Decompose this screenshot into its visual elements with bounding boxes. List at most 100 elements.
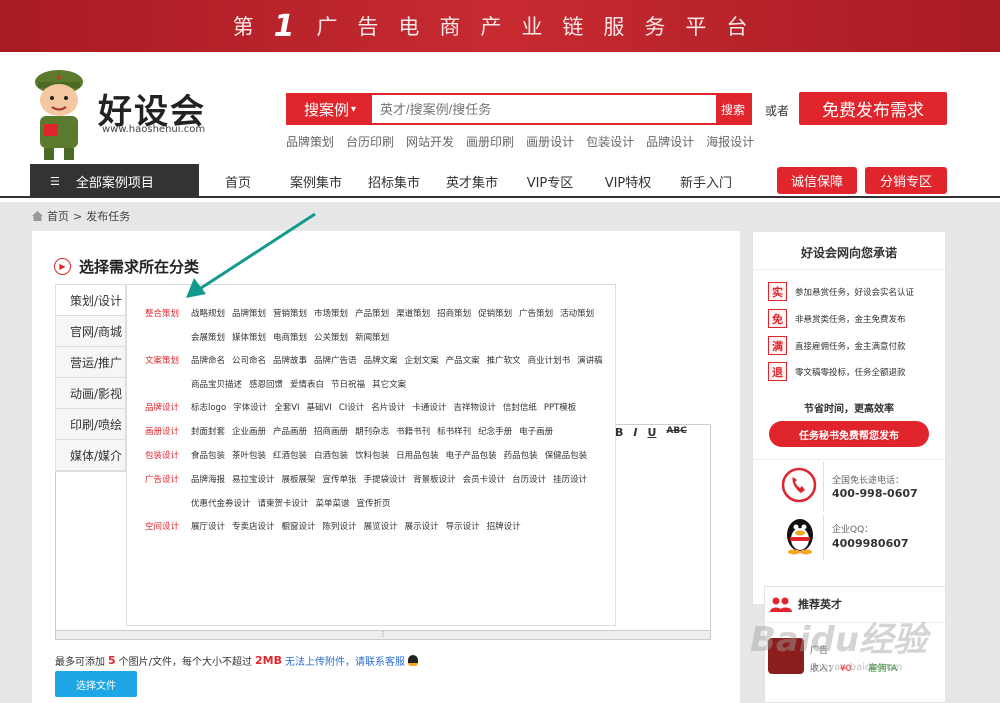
subcategory-item[interactable]: 橱窗设计 [282, 515, 316, 539]
subcategory-item[interactable]: 品牌故事 [273, 349, 307, 373]
subcategory-item[interactable]: 展板展架 [282, 468, 316, 492]
subcategory-item[interactable]: 公司命名 [232, 349, 266, 373]
nav-vip-privilege[interactable]: VIP特权 [589, 172, 667, 191]
hotword-link[interactable]: 包装设计 [586, 133, 634, 150]
subcategory-item[interactable]: 战略规划 [191, 302, 225, 326]
logo-mascot-icon[interactable] [30, 68, 88, 160]
subcategory-item[interactable]: 纪念手册 [478, 420, 512, 444]
hotword-link[interactable]: 品牌策划 [286, 133, 334, 150]
subcategory-item[interactable]: 卡通设计 [412, 396, 446, 420]
nav-home[interactable]: 首页 [199, 172, 277, 191]
subcategory-item[interactable]: 爱情表白 [290, 373, 324, 397]
subcategory-label[interactable]: 文案策划 [145, 349, 191, 396]
subcategory-item[interactable]: 日用品包装 [396, 444, 439, 468]
hotword-link[interactable]: 海报设计 [706, 133, 754, 150]
task-secretary-button[interactable]: 任务秘书免费帮您发布 [769, 421, 929, 447]
subcategory-item[interactable]: 展示设计 [405, 515, 439, 539]
subcategory-item[interactable]: 会展策划 [191, 326, 225, 350]
subcategory-item[interactable]: 手提袋设计 [364, 468, 407, 492]
subcategory-item[interactable]: 茶叶包装 [232, 444, 266, 468]
qq-penguin-icon[interactable] [408, 655, 419, 666]
nav-case-market[interactable]: 案例集市 [277, 172, 355, 191]
subcategory-item[interactable]: 背景板设计 [413, 468, 456, 492]
subcategory-label[interactable]: 广告设计 [145, 468, 191, 515]
subcategory-label[interactable]: 整合策划 [145, 302, 191, 349]
subcategory-item[interactable]: 品牌策划 [232, 302, 266, 326]
subcategory-item[interactable]: 广告策划 [519, 302, 553, 326]
subcategory-item[interactable]: 封面封套 [191, 420, 225, 444]
subcategory-item[interactable]: 展厅设计 [191, 515, 225, 539]
subcategory-item[interactable]: 陈列设计 [323, 515, 357, 539]
subcategory-item[interactable]: 导示设计 [446, 515, 480, 539]
nav-beginner[interactable]: 新手入门 [667, 172, 745, 191]
search-button[interactable]: 搜索 [716, 95, 750, 123]
subcategory-item[interactable]: 红酒包装 [273, 444, 307, 468]
subcategory-item[interactable]: 品牌命名 [191, 349, 225, 373]
nav-bid-market[interactable]: 招标集市 [355, 172, 433, 191]
editor-resize-handle[interactable]: ⁝ [55, 630, 711, 640]
subcategory-item[interactable]: 感恩回馈 [249, 373, 283, 397]
qq-penguin-icon[interactable] [784, 515, 816, 555]
subcategory-item[interactable]: 食品包装 [191, 444, 225, 468]
subcategory-item[interactable]: 产品画册 [273, 420, 307, 444]
subcategory-item[interactable]: 招商策划 [437, 302, 471, 326]
subcategory-item[interactable]: 挂历设计 [553, 468, 587, 492]
distribution-zone-button[interactable]: 分销专区 [865, 167, 947, 194]
hotword-link[interactable]: 画册印刷 [466, 133, 514, 150]
subcategory-item[interactable]: 信封信纸 [503, 396, 537, 420]
subcategory-item[interactable]: 台历设计 [512, 468, 546, 492]
category-item[interactable]: 营运/推广 [56, 347, 125, 378]
subcategory-item[interactable]: 媒体策划 [232, 326, 266, 350]
subcategory-item[interactable]: 品牌海报 [191, 468, 225, 492]
subcategory-item[interactable]: 菜单菜谱 [316, 492, 350, 516]
subcategory-item[interactable]: 书籍书刊 [396, 420, 430, 444]
subcategory-item[interactable]: 全套VI [274, 396, 299, 420]
subcategory-item[interactable]: 优惠代金券设计 [191, 492, 251, 516]
category-item[interactable]: 动画/影视 [56, 378, 125, 409]
subcategory-item[interactable]: 营销策划 [273, 302, 307, 326]
subcategory-item[interactable]: 新闻策划 [355, 326, 389, 350]
subcategory-item[interactable]: 企业画册 [232, 420, 266, 444]
nav-talent-market[interactable]: 英才集市 [433, 172, 511, 191]
subcategory-item[interactable]: 演讲稿 [577, 349, 603, 373]
publish-demand-button[interactable]: 免费发布需求 [799, 92, 947, 125]
bold-button[interactable]: B [615, 426, 623, 439]
subcategory-item[interactable]: 宣传单张 [323, 468, 357, 492]
hotword-link[interactable]: 网站开发 [406, 133, 454, 150]
subcategory-item[interactable]: 商品宝贝描述 [191, 373, 242, 397]
subcategory-item[interactable]: 市场策划 [314, 302, 348, 326]
subcategory-item[interactable]: 标志logo [191, 396, 226, 420]
subcategory-item[interactable]: 吉祥物设计 [453, 396, 496, 420]
all-categories-button[interactable]: ☰ 全部案例项目 [30, 164, 199, 198]
strikethrough-button[interactable]: ABC [666, 426, 686, 439]
hotword-link[interactable]: 台历印刷 [346, 133, 394, 150]
subcategory-item[interactable]: CI设计 [339, 396, 364, 420]
category-item[interactable]: 官网/商城 [56, 316, 125, 347]
nav-vip-zone[interactable]: VIP专区 [511, 172, 589, 191]
subcategory-item[interactable]: 商业计划书 [528, 349, 571, 373]
hotword-link[interactable]: 品牌设计 [646, 133, 694, 150]
subcategory-item[interactable]: 电子画册 [519, 420, 553, 444]
subcategory-item[interactable]: 请柬贺卡设计 [258, 492, 309, 516]
subcategory-label[interactable]: 品牌设计 [145, 396, 191, 420]
subcategory-item[interactable]: 基础VI [307, 396, 332, 420]
subcategory-item[interactable]: 电子产品包装 [446, 444, 497, 468]
subcategory-item[interactable]: 专卖店设计 [232, 515, 275, 539]
subcategory-item[interactable]: 活动策划 [560, 302, 594, 326]
italic-button[interactable]: I [633, 426, 637, 439]
trust-guarantee-button[interactable]: 诚信保障 [777, 167, 857, 194]
underline-button[interactable]: U [647, 426, 656, 439]
subcategory-item[interactable]: 会员卡设计 [463, 468, 506, 492]
subcategory-item[interactable]: 易拉宝设计 [232, 468, 275, 492]
subcategory-label[interactable]: 空间设计 [145, 515, 191, 539]
category-item[interactable]: 印刷/喷绘 [56, 409, 125, 440]
subcategory-item[interactable]: 促销策划 [478, 302, 512, 326]
category-item[interactable]: 媒体/媒介 [56, 440, 125, 471]
contact-service-link[interactable]: 无法上传附件，请联系客服 [285, 653, 405, 668]
subcategory-item[interactable]: 渠道策划 [396, 302, 430, 326]
breadcrumb-home[interactable]: 首页 [47, 208, 69, 224]
subcategory-item[interactable]: 产品文案 [446, 349, 480, 373]
subcategory-item[interactable]: 展览设计 [364, 515, 398, 539]
subcategory-item[interactable]: 企划文案 [405, 349, 439, 373]
subcategory-item[interactable]: 其它文案 [372, 373, 406, 397]
